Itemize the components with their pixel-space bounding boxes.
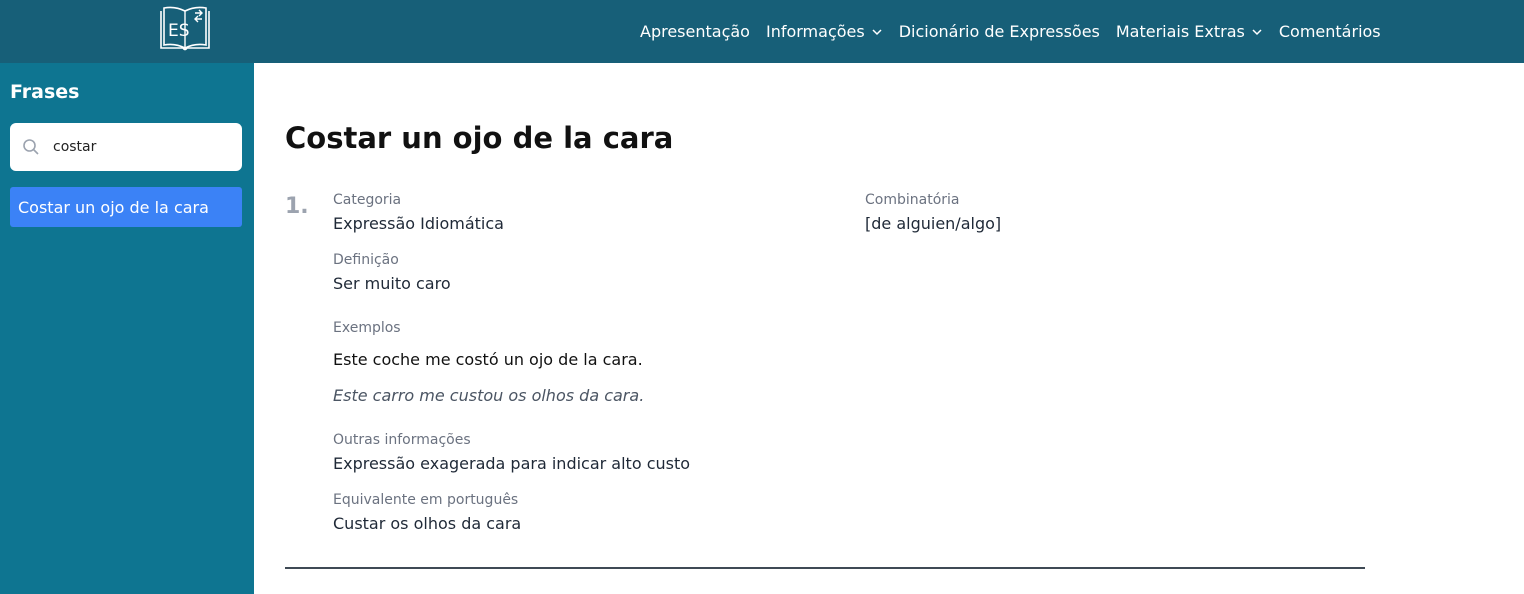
- equivalente-label: Equivalente em português: [333, 492, 519, 508]
- exemplos-label: Exemplos: [333, 320, 401, 336]
- categoria-label: Categoria: [333, 192, 402, 208]
- equivalente-value: Custar os olhos da cara: [333, 514, 522, 533]
- example-spanish: Este coche me costó un ojo de la cara.: [333, 350, 643, 369]
- chevron-down-icon: [1252, 28, 1262, 35]
- outras-informacoes-label: Outras informações: [333, 432, 471, 448]
- nav-apresentacao[interactable]: Apresentação: [640, 22, 750, 41]
- entry-number: 1.: [285, 194, 309, 219]
- search-icon: [23, 139, 39, 155]
- logo-text: ES: [168, 21, 190, 41]
- nav-informacoes[interactable]: Informações: [766, 22, 883, 41]
- top-navigation-bar: ES Apresentação Informações Dicionário d…: [0, 0, 1524, 63]
- sidebar-title: Frases: [10, 81, 80, 103]
- phrases-sidebar: Frases Costar un ojo de la cara: [0, 63, 254, 594]
- combinatoria-value: [de alguien/algo]: [865, 214, 1002, 233]
- main-nav: Apresentação Informações Dicionário de E…: [640, 0, 1397, 63]
- nav-informacoes-label: Informações: [765, 22, 865, 41]
- outras-informacoes-value: Expressão exagerada para indicar alto cu…: [333, 454, 691, 473]
- nav-comentarios[interactable]: Comentários: [1279, 22, 1381, 41]
- categoria-value: Expressão Idiomática: [333, 214, 504, 233]
- search-input[interactable]: [51, 138, 221, 156]
- nav-dicionario[interactable]: Dicionário de Expressões: [899, 22, 1100, 41]
- nav-apresentacao-label: Apresentação: [640, 22, 750, 41]
- entry-divider: [285, 567, 1365, 569]
- definicao-label: Definição: [333, 252, 399, 268]
- nav-dicionario-label: Dicionário de Expressões: [898, 22, 1100, 41]
- chevron-down-icon: [872, 28, 882, 35]
- example-portuguese: Este carro me custou os olhos da cara.: [333, 386, 645, 405]
- nav-materiais-extras-label: Materiais Extras: [1115, 22, 1245, 41]
- search-box[interactable]: [10, 123, 242, 171]
- combinatoria-label: Combinatória: [865, 192, 960, 208]
- page-title: Costar un ojo de la cara: [285, 121, 674, 155]
- sidebar-item-costar-un-ojo[interactable]: Costar un ojo de la cara: [10, 187, 242, 227]
- nav-comentarios-label: Comentários: [1278, 22, 1381, 41]
- definicao-value: Ser muito caro: [333, 274, 451, 293]
- nav-materiais-extras[interactable]: Materiais Extras: [1116, 22, 1263, 41]
- open-book-es-logo[interactable]: ES: [157, 5, 213, 53]
- entry-content: Costar un ojo de la cara 1. Categoria Ex…: [254, 63, 1524, 594]
